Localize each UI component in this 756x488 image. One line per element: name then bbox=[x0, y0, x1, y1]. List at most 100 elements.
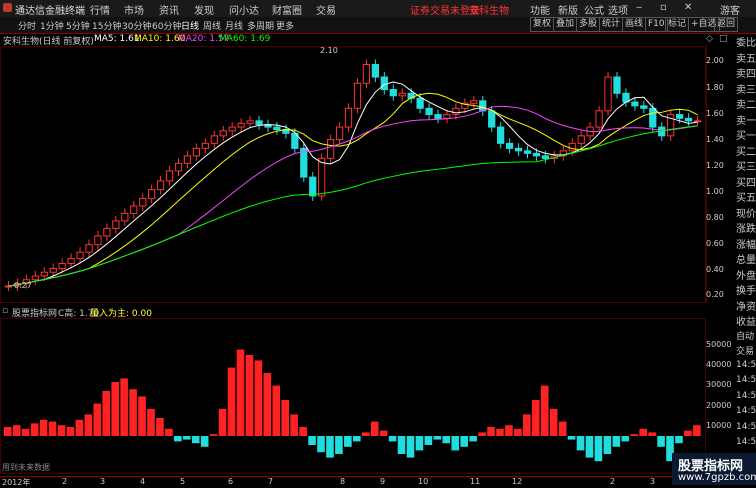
candle bbox=[452, 107, 460, 116]
sub-bar bbox=[129, 389, 137, 436]
stats-button[interactable]: 统计 bbox=[599, 17, 624, 32]
sub-bar bbox=[156, 418, 164, 436]
date-tick: 4 bbox=[140, 477, 146, 486]
sub-bar bbox=[621, 436, 630, 442]
sub-bar bbox=[478, 432, 486, 436]
sub-bar bbox=[585, 436, 594, 458]
sub-bar bbox=[424, 436, 433, 445]
sub-bar bbox=[531, 400, 540, 436]
candle bbox=[67, 257, 75, 264]
period-tab-monthly[interactable]: 月线 bbox=[225, 19, 243, 32]
sidepanel-label: 现价 bbox=[736, 208, 756, 220]
close-icon[interactable]: ✕ bbox=[684, 2, 692, 13]
menu-item-xiaoda[interactable]: 问小达 bbox=[229, 2, 259, 17]
sub-tick: 30000 bbox=[706, 380, 732, 389]
sub-bar bbox=[558, 421, 567, 436]
sub-bar bbox=[460, 436, 468, 447]
draw-line-button[interactable]: 画线 bbox=[622, 17, 647, 32]
sub-bar bbox=[675, 436, 683, 444]
candle bbox=[380, 76, 388, 91]
candle bbox=[443, 114, 451, 119]
mark-button[interactable]: 标记 bbox=[665, 17, 690, 32]
menu-formula[interactable]: 公式 bbox=[584, 2, 604, 17]
chart-frame bbox=[0, 46, 707, 303]
sidepanel-label: 14:50 bbox=[736, 421, 756, 432]
candle bbox=[344, 107, 353, 128]
sub-chart[interactable] bbox=[0, 318, 706, 474]
menu-item-quotes[interactable]: 行情 bbox=[90, 2, 110, 17]
candle bbox=[353, 82, 362, 109]
period-tab-multi[interactable]: 多周期 bbox=[247, 19, 274, 32]
menu-item-news[interactable]: 资讯 bbox=[159, 2, 179, 17]
sub-bar bbox=[263, 373, 272, 436]
ma60-value: MA60: 1.69 bbox=[219, 34, 271, 44]
overlay-button[interactable]: 叠加 bbox=[553, 17, 578, 32]
menu-item-discover[interactable]: 发现 bbox=[194, 2, 214, 17]
menu-options[interactable]: 选项 bbox=[608, 2, 628, 17]
period-tab-30min[interactable]: 30分钟 bbox=[122, 19, 151, 32]
sub-bar bbox=[120, 378, 128, 436]
sub-bar bbox=[335, 436, 343, 454]
back-button[interactable]: 返回 bbox=[714, 17, 739, 32]
sidepanel-label: 买二 bbox=[736, 146, 756, 158]
candle bbox=[58, 262, 66, 269]
panel-settings-icon[interactable]: ◇ bbox=[706, 34, 713, 44]
menu-item-market[interactable]: 市场 bbox=[124, 2, 144, 17]
date-axis: 2012年 2 3 4 5 6 7 8 9 10 11 12 2 3 bbox=[0, 476, 700, 488]
menu-item-trade[interactable]: 交易 bbox=[316, 2, 336, 17]
price-tick: 1.80 bbox=[706, 83, 724, 92]
menu-item-wealth[interactable]: 财富圈 bbox=[272, 2, 302, 17]
candle bbox=[470, 100, 478, 104]
sub-bar bbox=[388, 436, 397, 442]
sub-bar bbox=[370, 421, 379, 436]
sub-axis: 50000 40000 30000 20000 10000 bbox=[706, 340, 736, 430]
menu-newversion[interactable]: 新版 bbox=[558, 2, 578, 17]
sub-bar bbox=[191, 436, 200, 444]
candle bbox=[398, 92, 406, 97]
sub-bar bbox=[648, 432, 656, 436]
period-tab-more[interactable]: 更多 bbox=[276, 19, 294, 32]
date-tick: 5 bbox=[180, 477, 186, 486]
candle bbox=[649, 107, 657, 128]
candle bbox=[532, 152, 541, 157]
menu-function[interactable]: 功能 bbox=[530, 2, 550, 17]
candle bbox=[434, 114, 442, 119]
sub-bar bbox=[57, 425, 66, 436]
sub-bar bbox=[209, 434, 218, 436]
ma5-line bbox=[8, 81, 698, 287]
price-tick: 0.20 bbox=[706, 290, 724, 299]
candle bbox=[318, 157, 326, 197]
sub-bar bbox=[353, 436, 361, 442]
price-chart[interactable] bbox=[0, 46, 736, 303]
period-tab-60min[interactable]: 60分钟 bbox=[152, 19, 181, 32]
multi-stock-button[interactable]: 多股 bbox=[576, 17, 601, 32]
sidepanel-label: 涨跌 bbox=[736, 224, 756, 235]
sub-bar bbox=[567, 436, 576, 440]
sub-bar bbox=[254, 360, 263, 436]
period-tab-daily[interactable]: 日线 bbox=[181, 19, 199, 32]
sub-bar bbox=[218, 409, 227, 436]
sub-bar bbox=[496, 428, 504, 436]
adjust-button[interactable]: 复权 bbox=[530, 17, 555, 32]
sidepanel-label: 14:50 bbox=[736, 406, 756, 416]
date-tick: 3 bbox=[100, 477, 106, 486]
candle bbox=[693, 120, 702, 123]
maximize-icon[interactable]: ▫ bbox=[660, 2, 667, 13]
period-tab-15min[interactable]: 15分钟 bbox=[92, 19, 121, 32]
panel-close-icon[interactable]: □ bbox=[719, 34, 728, 44]
sub-bar bbox=[684, 430, 692, 436]
guest-label[interactable]: 游客 bbox=[720, 2, 740, 17]
candle bbox=[613, 76, 621, 94]
sub-bar bbox=[182, 436, 191, 440]
sidepanel-label: 14:50 bbox=[736, 437, 756, 447]
period-tab-1min[interactable]: 1分钟 bbox=[40, 19, 64, 32]
ma5-value: MA5: 1.61 bbox=[94, 34, 140, 44]
period-tab-weekly[interactable]: 周线 bbox=[203, 19, 221, 32]
period-tab-5min[interactable]: 5分钟 bbox=[66, 19, 90, 32]
candle bbox=[425, 107, 433, 116]
sidepanel-label: 买五 bbox=[736, 193, 756, 204]
period-tab-intraday[interactable]: 分时 bbox=[18, 19, 36, 32]
date-tick: 8 bbox=[340, 477, 346, 486]
candle bbox=[389, 89, 397, 97]
minimize-icon[interactable]: ‒ bbox=[636, 2, 642, 13]
